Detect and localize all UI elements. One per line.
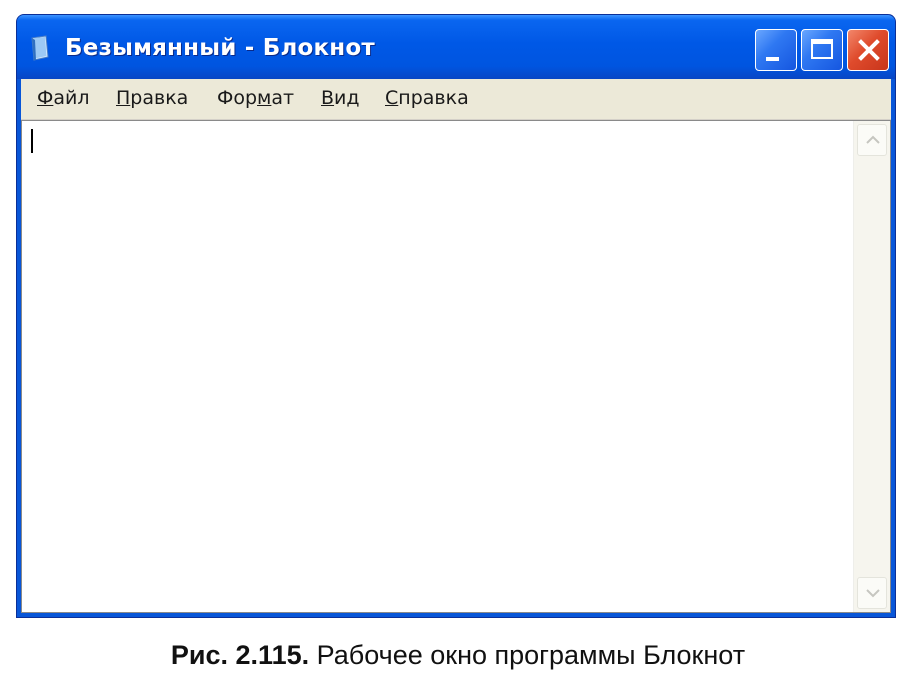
- chevron-up-icon: [866, 135, 880, 144]
- menu-bar: Файл Правка Формат Вид Справка: [21, 79, 891, 120]
- text-caret: [31, 129, 33, 153]
- figure-number: Рис. 2.115.: [170, 640, 310, 670]
- close-button[interactable]: [847, 29, 889, 71]
- window-title: Безымянный - Блокнот: [65, 35, 375, 61]
- notepad-window: Безымянный - Блокнот Файл Правка Формат …: [16, 14, 896, 618]
- scroll-up-button[interactable]: [857, 124, 887, 156]
- title-bar[interactable]: Безымянный - Блокнот: [17, 15, 895, 79]
- menu-file[interactable]: Файл: [37, 87, 90, 109]
- vertical-scrollbar[interactable]: [853, 121, 890, 612]
- scroll-down-button[interactable]: [857, 577, 887, 609]
- minimize-button[interactable]: [755, 29, 797, 71]
- menu-format[interactable]: Формат: [217, 87, 294, 109]
- menu-edit[interactable]: Правка: [116, 87, 188, 109]
- close-icon: [858, 39, 880, 61]
- figure-caption-text: Рабочее окно программы Блокнот: [309, 640, 746, 670]
- maximize-icon: [811, 39, 833, 59]
- figure-caption: Рис. 2.115. Рабочее окно программы Блокн…: [0, 640, 916, 671]
- notepad-icon: [31, 35, 49, 61]
- chevron-down-icon: [866, 589, 880, 598]
- text-edit-area[interactable]: [21, 120, 891, 613]
- menu-view[interactable]: Вид: [321, 87, 360, 109]
- menu-help[interactable]: Справка: [385, 87, 469, 109]
- window-controls: [755, 29, 889, 71]
- maximize-button[interactable]: [801, 29, 843, 71]
- minimize-icon: [766, 57, 779, 61]
